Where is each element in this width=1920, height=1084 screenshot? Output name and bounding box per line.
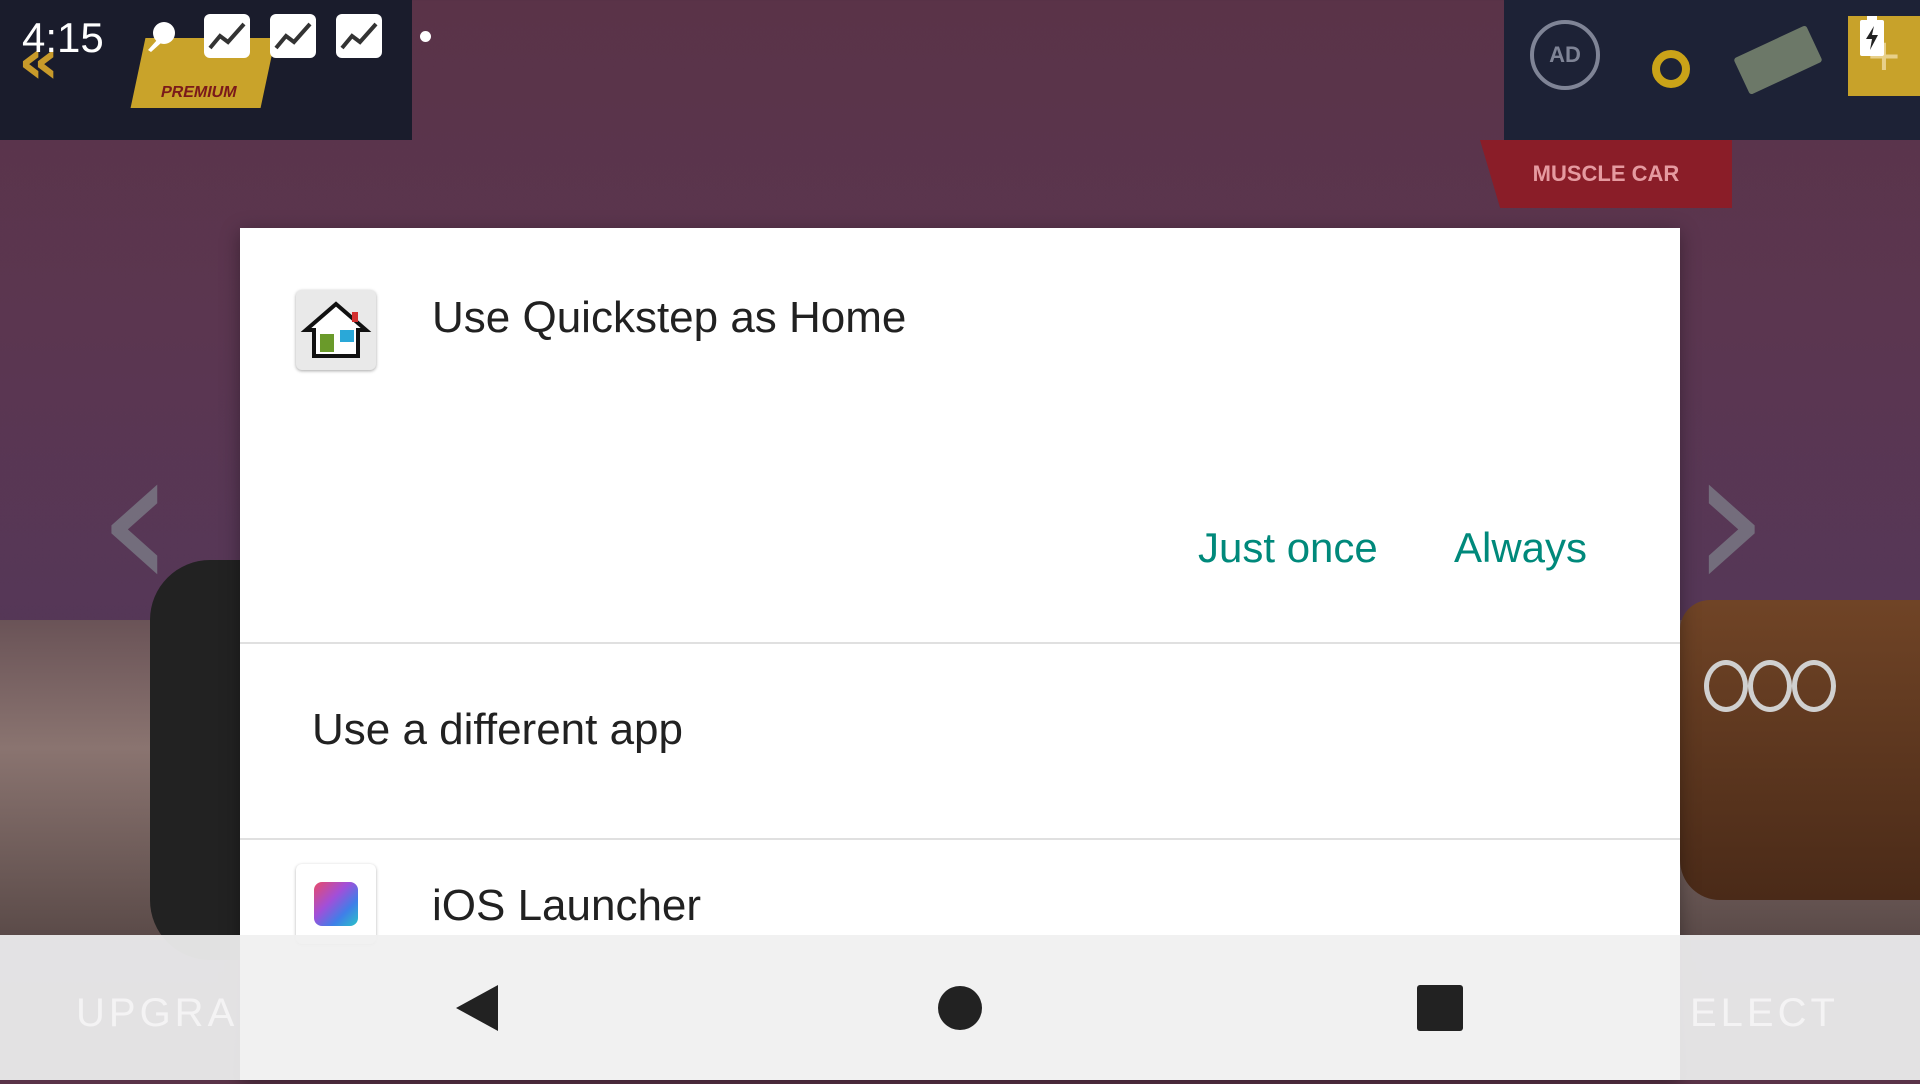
status-clock: 4:15 bbox=[22, 14, 104, 61]
home-launcher-icon bbox=[296, 290, 376, 370]
dialog-title: Use Quickstep as Home bbox=[432, 293, 907, 342]
category-banner: MUSCLE CAR bbox=[1480, 140, 1732, 208]
ios-launcher-icon bbox=[296, 864, 376, 944]
game-upgrade-text: UPGRA bbox=[76, 991, 239, 1035]
stats-app-icon bbox=[336, 14, 382, 58]
ios-launcher-icon-inner bbox=[314, 882, 358, 926]
car-headlight bbox=[1792, 660, 1836, 712]
stats-app-icon bbox=[204, 14, 250, 58]
car-headlight bbox=[1748, 660, 1792, 712]
different-app-header: Use a different app bbox=[312, 705, 683, 754]
navigation-bar: UPGRA ELECT bbox=[0, 935, 1920, 1080]
back-button[interactable] bbox=[408, 935, 548, 1080]
back-icon bbox=[456, 985, 498, 1031]
notification-dot-icon bbox=[420, 31, 431, 42]
recents-icon bbox=[1417, 985, 1463, 1031]
next-car-chevron-icon: › bbox=[1690, 403, 1770, 636]
car-front-right bbox=[1680, 600, 1920, 900]
home-icon bbox=[938, 986, 982, 1030]
status-bar: 4:15 bbox=[0, 0, 1920, 80]
game-select-text: ELECT bbox=[1690, 991, 1839, 1035]
app-label: iOS Launcher bbox=[432, 881, 702, 930]
always-button[interactable]: Always bbox=[1454, 518, 1587, 578]
car-headlight bbox=[1704, 660, 1748, 712]
home-button[interactable] bbox=[890, 935, 1030, 1080]
divider bbox=[240, 642, 1680, 644]
stats-app-icon bbox=[270, 14, 316, 58]
recents-button[interactable] bbox=[1370, 935, 1510, 1080]
pin-icon bbox=[144, 20, 178, 54]
just-once-button[interactable]: Just once bbox=[1198, 518, 1378, 578]
premium-label: PREMIUM bbox=[159, 84, 239, 101]
battery-charging-icon bbox=[1860, 16, 1884, 56]
category-banner-label: MUSCLE CAR bbox=[1532, 161, 1680, 186]
